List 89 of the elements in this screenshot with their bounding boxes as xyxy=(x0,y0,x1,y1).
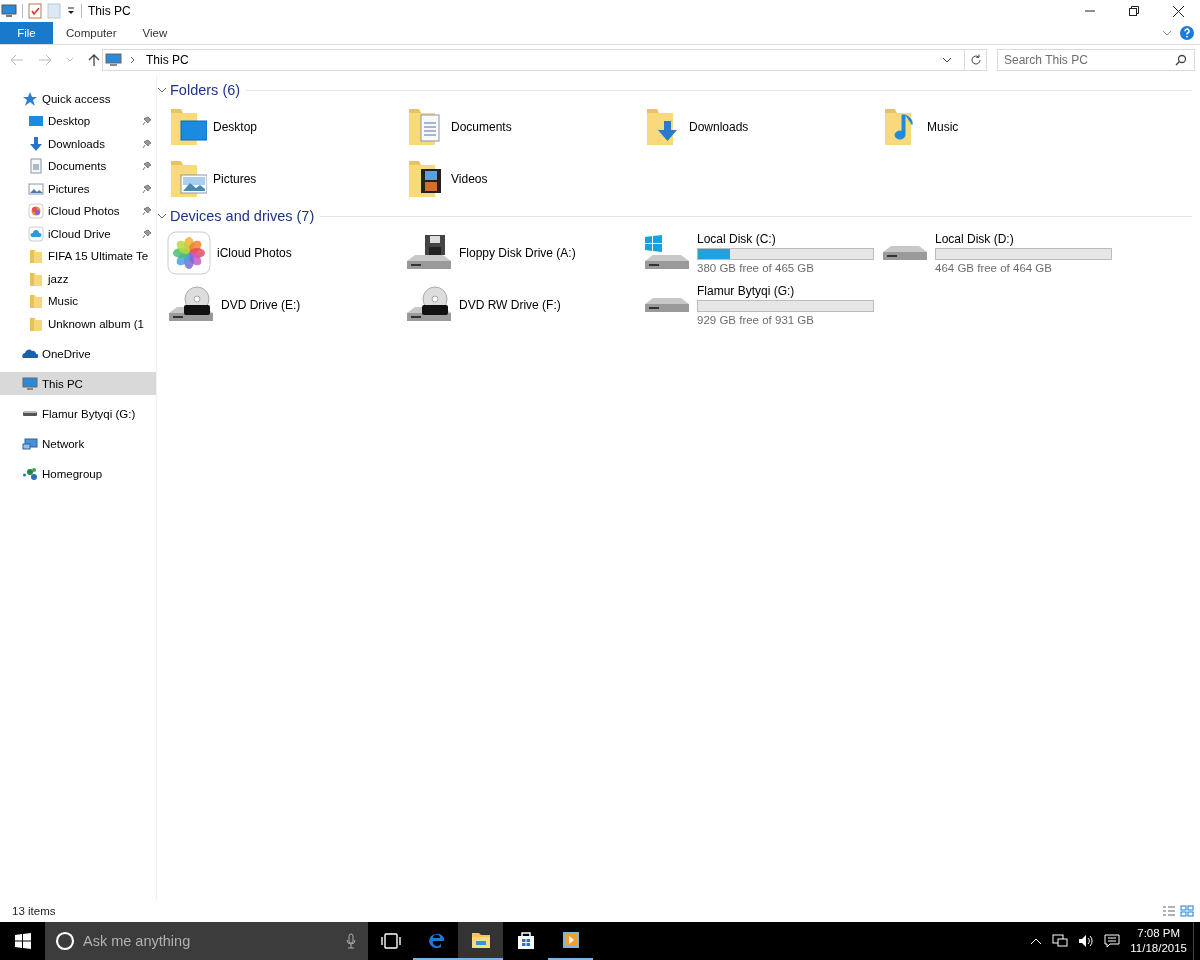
nav-item[interactable]: Music xyxy=(0,290,156,313)
file-tab[interactable]: File xyxy=(0,22,53,44)
section-header[interactable]: Devices and drives (7) xyxy=(157,208,315,224)
up-icon[interactable] xyxy=(88,53,100,67)
taskbar-app-button[interactable] xyxy=(458,922,503,960)
hard-drive-icon xyxy=(881,245,929,261)
tile[interactable]: Local Disk (D:) 464 GB free of 464 GB xyxy=(881,227,1119,279)
nav-item[interactable]: Documents xyxy=(0,155,156,178)
network-icon xyxy=(22,435,38,452)
tile[interactable]: Downloads xyxy=(643,101,881,153)
dropdown-icon[interactable] xyxy=(66,6,76,16)
tile[interactable]: Pictures xyxy=(167,153,405,205)
nav-item[interactable]: Unknown album (1 xyxy=(0,312,156,335)
cortana-search-box[interactable]: Ask me anything xyxy=(45,922,368,960)
free-space-label: 929 GB free of 931 GB xyxy=(697,314,815,326)
tile[interactable]: DVD RW Drive (F:) xyxy=(405,279,643,331)
star-icon xyxy=(22,90,38,107)
hard-drive-icon xyxy=(643,297,691,313)
refresh-icon xyxy=(969,54,982,66)
task-view-icon xyxy=(380,933,401,949)
nav-item[interactable]: iCloud Photos xyxy=(0,200,156,223)
drive-icon xyxy=(22,410,38,417)
help-icon[interactable] xyxy=(1180,26,1194,40)
address-bar[interactable]: This PC xyxy=(102,49,987,71)
photos-icon xyxy=(167,231,211,275)
window-title: This PC xyxy=(88,4,131,18)
chevron-icon xyxy=(157,86,167,94)
nav-item[interactable]: Downloads xyxy=(0,132,156,155)
tile[interactable]: Videos xyxy=(405,153,643,205)
item-count: 13 items xyxy=(12,905,56,917)
tile[interactable]: Documents xyxy=(405,101,643,153)
nav-item[interactable]: Quick access xyxy=(0,87,156,110)
picture-icon xyxy=(28,180,44,197)
nav-item[interactable]: FIFA 15 Ultimate Te xyxy=(0,245,156,268)
volume-icon[interactable] xyxy=(1078,934,1095,948)
nav-item[interactable]: This PC xyxy=(0,372,156,395)
free-space-label: 464 GB free of 464 GB xyxy=(935,262,1053,274)
computer-icon xyxy=(1,4,17,18)
folder-icon xyxy=(28,248,44,265)
nav-item[interactable]: iCloud Drive xyxy=(0,222,156,245)
tile[interactable]: Music xyxy=(881,101,1119,153)
cloud-icon xyxy=(28,225,44,242)
windows-logo-icon xyxy=(14,933,31,949)
section-header[interactable]: Folders (6) xyxy=(157,82,241,98)
search-icon xyxy=(1175,54,1187,66)
notification-icon[interactable] xyxy=(1104,934,1121,948)
network-icon[interactable] xyxy=(1052,934,1069,948)
tile[interactable]: Flamur Bytyqi (G:) 929 GB free of 931 GB xyxy=(643,279,881,331)
folder-icon xyxy=(28,270,44,287)
homegroup-icon xyxy=(22,465,38,482)
show-hidden-icons-icon[interactable] xyxy=(1030,937,1043,945)
nav-item[interactable]: jazz xyxy=(0,267,156,290)
nav-item[interactable]: Flamur Bytyqi (G:) xyxy=(0,402,156,425)
computer-icon xyxy=(22,375,38,392)
nav-item[interactable]: OneDrive xyxy=(0,342,156,365)
nav-item[interactable]: Pictures xyxy=(0,177,156,200)
microphone-icon[interactable] xyxy=(346,933,356,949)
clock[interactable]: 7:08 PM 11/18/2015 xyxy=(1130,926,1187,956)
tile[interactable]: Local Disk (C:) 380 GB free of 465 GB xyxy=(643,227,881,279)
restore-icon xyxy=(1129,6,1139,16)
chevron-icon xyxy=(130,56,136,64)
nav-item[interactable]: Desktop xyxy=(0,110,156,133)
folder-icon xyxy=(28,315,44,332)
checklist-icon xyxy=(28,3,42,19)
tile[interactable]: iCloud Photos xyxy=(167,227,405,279)
ribbon-tab[interactable]: Computer xyxy=(53,22,130,44)
dropdown-icon[interactable] xyxy=(942,56,952,64)
folder-icon xyxy=(470,930,491,950)
document-icon xyxy=(28,158,44,175)
photos-icon xyxy=(28,203,44,220)
ribbon-tab[interactable]: View xyxy=(129,22,181,44)
tile[interactable]: Desktop xyxy=(167,101,405,153)
nav-item[interactable]: Homegroup xyxy=(0,462,156,485)
expand-ribbon-icon[interactable] xyxy=(1162,29,1172,37)
search-field[interactable]: Search This PC xyxy=(997,49,1195,71)
media-player-icon xyxy=(560,930,581,950)
folder-icon xyxy=(28,293,44,310)
computer-icon xyxy=(105,53,122,67)
large-icons-view-icon[interactable] xyxy=(1180,905,1194,917)
cortana-icon xyxy=(55,931,75,951)
nav-item[interactable]: Network xyxy=(0,432,156,455)
chevron-icon xyxy=(157,212,167,220)
tile[interactable]: Floppy Disk Drive (A:) xyxy=(405,227,643,279)
download-arrow-icon xyxy=(28,135,44,152)
free-space-label: 380 GB free of 465 GB xyxy=(697,262,815,274)
tile[interactable]: DVD Drive (E:) xyxy=(167,279,405,331)
shopping-bag-icon xyxy=(515,930,536,950)
close-icon xyxy=(1172,5,1184,17)
breadcrumb[interactable]: This PC xyxy=(146,53,189,67)
